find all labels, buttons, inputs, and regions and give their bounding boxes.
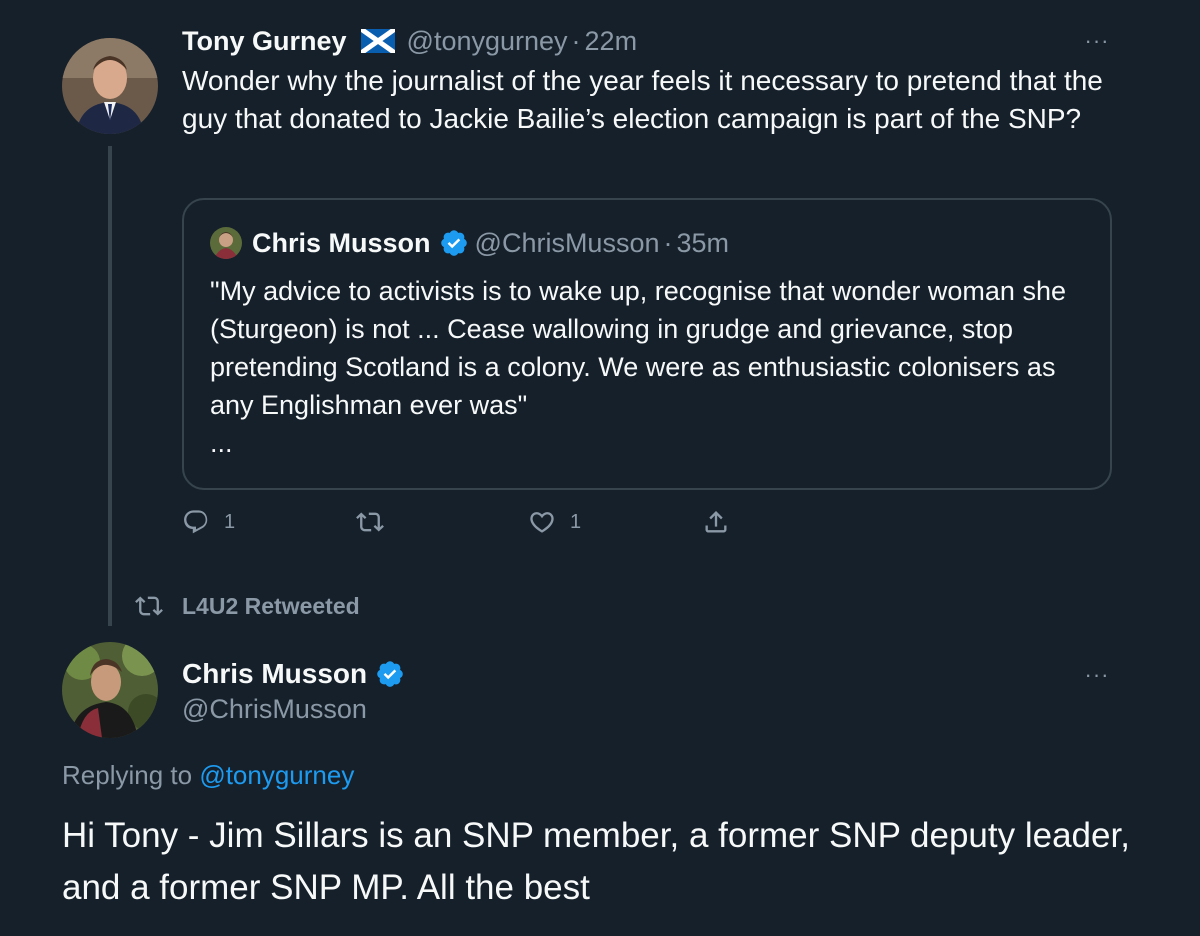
- scotland-flag-icon: [359, 26, 396, 56]
- share-icon: [705, 511, 727, 533]
- reply-author-name[interactable]: Chris Musson: [182, 658, 367, 690]
- quoted-tweet-ellipsis: ...: [210, 428, 233, 458]
- avatar-chris-musson[interactable]: [62, 642, 158, 738]
- author-handle[interactable]: @tonygurney: [407, 26, 568, 57]
- tweet-header: Tony Gurney @tonygurney · 22m: [182, 24, 637, 58]
- retweet-icon: [356, 512, 384, 532]
- quoted-tweet-header: Chris Musson @ChrisMusson · 35m: [210, 226, 729, 260]
- avatar-chris-musson-small: [210, 227, 242, 259]
- quoted-author-handle: @ChrisMusson: [474, 227, 660, 258]
- avatar-tony-gurney[interactable]: [62, 38, 158, 134]
- replying-to-prefix: Replying to: [62, 760, 200, 790]
- retweet-icon: [135, 596, 163, 616]
- verified-badge-icon: [439, 228, 469, 258]
- retweet-button[interactable]: [356, 508, 384, 536]
- quoted-author-name: Chris Musson: [252, 227, 431, 258]
- retweeted-banner[interactable]: L4U2 Retweeted: [134, 590, 360, 622]
- reply-count: 1: [224, 510, 236, 533]
- tweet-timestamp[interactable]: 22m: [585, 26, 638, 57]
- reply-icon: [184, 510, 208, 534]
- separator-dot: ·: [663, 227, 673, 258]
- like-count: 1: [570, 510, 582, 533]
- reply-author: Chris Musson: [182, 658, 411, 690]
- timeline: Tony Gurney @tonygurney · 22m ··· Wonder…: [0, 0, 1200, 936]
- like-button[interactable]: 1: [528, 508, 581, 536]
- separator-dot: ·: [571, 25, 581, 56]
- verified-badge-icon: [375, 659, 405, 689]
- quoted-tweet-timestamp: 35m: [676, 227, 730, 258]
- more-options-icon[interactable]: ···: [1082, 660, 1112, 690]
- thread-connector: [108, 146, 112, 626]
- retweeted-by-label: L4U2 Retweeted: [182, 592, 360, 619]
- quoted-tweet-text: "My advice to activists is to wake up, r…: [210, 276, 1066, 420]
- replying-to-line: Replying to @tonygurney: [62, 760, 354, 791]
- reply-tweet-text: Hi Tony - Jim Sillars is an SNP member, …: [62, 816, 1130, 907]
- heart-icon: [530, 512, 554, 533]
- tweet-text: Wonder why the journalist of the year fe…: [182, 65, 1103, 134]
- reply-author-handle[interactable]: @ChrisMusson: [182, 694, 367, 725]
- replying-to-link[interactable]: @tonygurney: [199, 760, 354, 790]
- share-button[interactable]: [702, 508, 730, 536]
- author-name[interactable]: Tony Gurney: [182, 26, 347, 57]
- quoted-tweet-card[interactable]: Chris Musson @ChrisMusson · 35m "My advi…: [182, 198, 1112, 490]
- reply-button[interactable]: 1: [182, 508, 235, 536]
- more-options-icon[interactable]: ···: [1082, 26, 1112, 56]
